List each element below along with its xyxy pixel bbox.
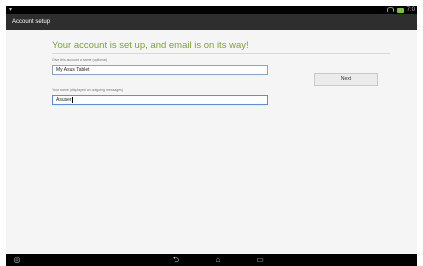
back-icon[interactable]: ⮌ xyxy=(168,254,184,266)
status-right-group: 7:0 xyxy=(387,6,415,14)
bezel-right xyxy=(417,0,423,266)
headline-divider xyxy=(52,53,390,54)
recent-apps-icon[interactable]: ▭ xyxy=(252,254,268,266)
status-time: 7:0 xyxy=(406,7,415,13)
home-icon[interactable]: ⌂ xyxy=(210,254,226,266)
account-name-field[interactable]: My Asus Tablet xyxy=(52,65,268,75)
your-name-label: Your name (displayed on outgoing message… xyxy=(52,88,124,92)
tablet-screen: ▾ 7:0 Account setup Your account is set … xyxy=(0,0,423,266)
status-bar: ▾ 7:0 xyxy=(6,6,417,14)
account-name-value: My Asus Tablet xyxy=(56,67,90,73)
text-cursor xyxy=(72,96,73,103)
camera-icon[interactable]: ◎ xyxy=(10,254,24,266)
account-name-label: Give this account a name (optional) xyxy=(52,58,108,62)
main-content: Your account is set up, and email is on … xyxy=(6,30,417,254)
next-button[interactable]: Next xyxy=(314,73,378,86)
your-name-field[interactable]: Asuser xyxy=(52,95,268,105)
action-bar-title: Account setup xyxy=(12,19,51,25)
battery-icon xyxy=(396,7,404,13)
wifi-icon xyxy=(387,7,394,13)
action-bar: Account setup xyxy=(6,14,417,30)
navigation-bar: ◎ ⮌ ⌂ ▭ xyxy=(6,254,417,266)
page-headline: Your account is set up, and email is on … xyxy=(52,40,249,51)
your-name-value: Asuser xyxy=(56,97,72,103)
notification-icon: ▾ xyxy=(9,7,13,13)
